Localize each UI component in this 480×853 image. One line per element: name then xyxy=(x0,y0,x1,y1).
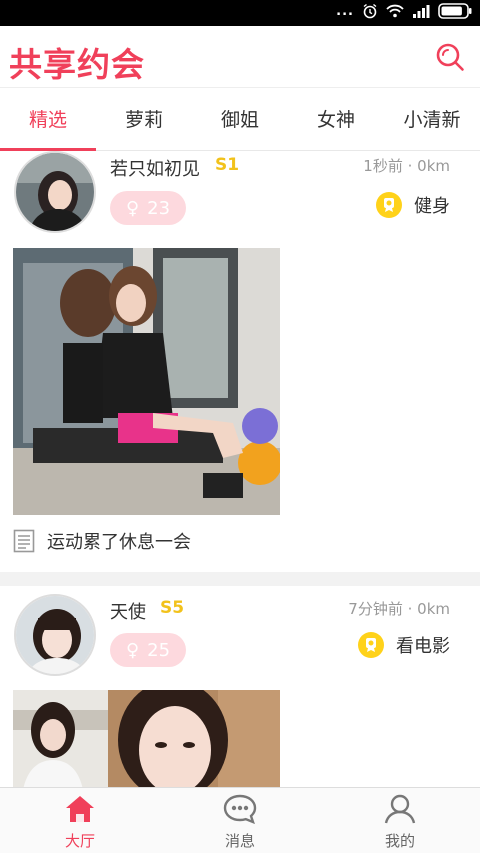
bottom-nav: 大厅 消息 我的 xyxy=(0,787,480,853)
app-title: 共享约会 xyxy=(9,45,145,84)
nav-messages[interactable]: 消息 xyxy=(160,794,320,851)
female-icon: ♀ xyxy=(125,197,140,219)
post-photo[interactable] xyxy=(13,248,280,515)
female-icon: ♀ xyxy=(125,639,140,661)
tab-featured[interactable]: 精选 xyxy=(0,89,96,151)
notification-dots: ... xyxy=(336,3,354,19)
avatar[interactable] xyxy=(14,594,96,676)
home-icon xyxy=(66,796,94,822)
user-name: 天使 xyxy=(110,602,146,623)
tab-fresh[interactable]: 小清新 xyxy=(384,89,480,151)
nav-label: 大厅 xyxy=(64,832,95,850)
app-header: 共享约会 xyxy=(0,26,480,88)
tab-goddess[interactable]: 女神 xyxy=(288,89,384,151)
battery-icon xyxy=(438,3,472,19)
level-badge: S1 xyxy=(215,155,240,175)
wifi-icon xyxy=(386,4,404,18)
post-meta: 7分钟前 · 0km xyxy=(348,600,450,618)
nav-label: 消息 xyxy=(224,832,255,850)
post-photo[interactable] xyxy=(13,690,280,787)
age-value: 25 xyxy=(147,639,171,661)
search-button[interactable] xyxy=(434,41,466,73)
message-icon xyxy=(223,794,257,825)
nav-hall[interactable]: 大厅 xyxy=(0,794,160,851)
age-value: 23 xyxy=(147,197,171,219)
gender-age-pill: ♀ 23 xyxy=(110,191,186,225)
signal-icon xyxy=(413,5,430,18)
activity-label: 健身 xyxy=(414,196,450,217)
activity-tag: 看电影 xyxy=(358,632,450,658)
note-icon xyxy=(13,529,35,553)
post-caption: 运动累了休息一会 xyxy=(13,528,191,554)
feed-list[interactable]: 若只如初见 S1 1秒前 · 0km ♀ 23 健身 运动累了休息一会 天使 S… xyxy=(0,151,480,787)
activity-tag: 健身 xyxy=(376,192,450,218)
nav-label: 我的 xyxy=(384,832,415,850)
level-badge: S5 xyxy=(160,598,185,618)
status-bar: ... xyxy=(0,0,480,26)
tab-yujie[interactable]: 御姐 xyxy=(192,89,288,151)
badge-icon xyxy=(376,192,402,218)
badge-icon xyxy=(358,632,384,658)
tab-loli[interactable]: 萝莉 xyxy=(96,89,192,151)
activity-label: 看电影 xyxy=(396,636,450,657)
post-meta: 1秒前 · 0km xyxy=(363,157,450,175)
post-card[interactable]: 天使 S5 7分钟前 · 0km ♀ 25 看电影 xyxy=(0,586,480,787)
avatar[interactable] xyxy=(14,151,96,233)
profile-icon xyxy=(384,794,416,824)
alarm-icon xyxy=(363,3,377,19)
gender-age-pill: ♀ 25 xyxy=(110,633,186,667)
caption-text: 运动累了休息一会 xyxy=(47,532,191,553)
post-separator xyxy=(0,572,480,586)
user-name: 若只如初见 xyxy=(110,159,200,180)
nav-profile[interactable]: 我的 xyxy=(320,794,480,851)
category-tabs: 精选 萝莉 御姐 女神 小清新 xyxy=(0,89,480,151)
post-card[interactable]: 若只如初见 S1 1秒前 · 0km ♀ 23 健身 运动累了休息一会 xyxy=(0,151,480,572)
search-icon xyxy=(436,43,464,71)
